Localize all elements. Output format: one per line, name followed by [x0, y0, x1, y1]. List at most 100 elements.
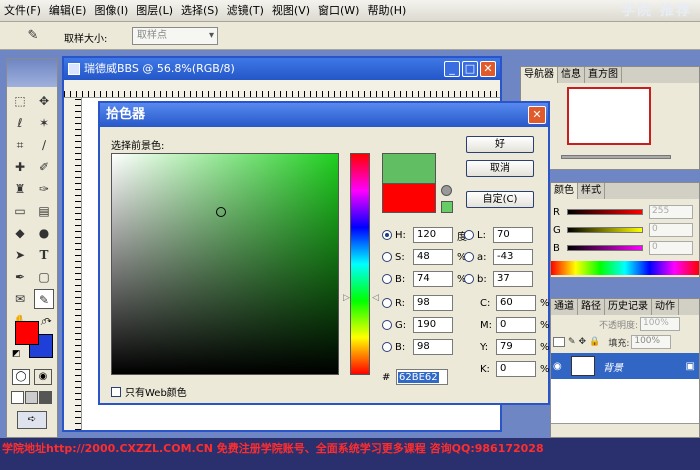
menu-file[interactable]: 文件(F): [0, 0, 45, 22]
hue-slider[interactable]: [350, 153, 370, 375]
rgb-b-radio[interactable]: [382, 342, 392, 352]
type-tool-icon[interactable]: T: [34, 245, 54, 265]
tab-actions[interactable]: 动作: [652, 299, 679, 315]
swap-colors-icon[interactable]: ↷: [44, 317, 52, 327]
tab-histogram[interactable]: 直方图: [585, 67, 622, 83]
color-channel-input[interactable]: 255: [649, 205, 693, 219]
fill-input[interactable]: 100%: [631, 335, 672, 349]
lab-l-radio[interactable]: [464, 230, 474, 240]
standard-mode-icon[interactable]: ◯: [12, 369, 30, 385]
old-color-swatch[interactable]: [382, 183, 436, 213]
tab-styles[interactable]: 样式: [578, 183, 605, 199]
tab-channels[interactable]: 通道: [551, 299, 578, 315]
hue-slider-right-arrow[interactable]: ◁: [372, 293, 379, 303]
hsb-h-field[interactable]: 120: [413, 227, 453, 243]
screen-mode-standard-icon[interactable]: [11, 391, 24, 404]
color-channel-input[interactable]: 0: [649, 223, 693, 237]
path-select-icon[interactable]: ➤: [10, 245, 30, 265]
gamut-warning-icon[interactable]: [441, 185, 452, 196]
lock-transparency-icon[interactable]: [553, 337, 565, 347]
lab-a-radio[interactable]: [464, 252, 474, 262]
shape-tool-icon[interactable]: ▢: [34, 267, 54, 287]
navigator-preview[interactable]: [567, 87, 651, 145]
web-only-checkbox[interactable]: [111, 386, 121, 397]
lab-a-field[interactable]: -43: [493, 249, 533, 265]
color-field-cursor[interactable]: [216, 207, 226, 217]
pen-tool-icon[interactable]: ✒: [10, 267, 30, 287]
cmyk-k-field[interactable]: 0: [496, 361, 536, 377]
visibility-eye-icon[interactable]: ◉: [553, 361, 567, 372]
color-channel-slider[interactable]: [567, 209, 643, 215]
screen-mode-full-icon[interactable]: [39, 391, 52, 404]
jump-to-imageready-icon[interactable]: ➪: [17, 411, 47, 429]
brush-tool-icon[interactable]: ✐: [34, 157, 54, 177]
hsb-h-radio[interactable]: [382, 230, 392, 240]
rgb-r-field[interactable]: 98: [413, 295, 453, 311]
stamp-tool-icon[interactable]: ♜: [10, 179, 30, 199]
lab-b-field[interactable]: 37: [493, 271, 533, 287]
rgb-g-radio[interactable]: [382, 320, 392, 330]
hsb-b-radio[interactable]: [382, 274, 392, 284]
lab-l-field[interactable]: 70: [493, 227, 533, 243]
cmyk-y-field[interactable]: 79: [496, 339, 536, 355]
cancel-button[interactable]: 取消: [466, 160, 534, 177]
websafe-color-swatch[interactable]: [441, 201, 453, 213]
maximize-button[interactable]: □: [462, 61, 478, 77]
hsb-s-field[interactable]: 48: [413, 249, 453, 265]
tab-paths[interactable]: 路径: [578, 299, 605, 315]
lasso-tool-icon[interactable]: ℓ: [10, 113, 30, 133]
custom-button[interactable]: 自定(C): [466, 191, 534, 208]
color-picker-title-bar[interactable]: 拾色器: [100, 103, 548, 127]
quickmask-mode-icon[interactable]: ◉: [34, 369, 52, 385]
healing-brush-icon[interactable]: ✚: [10, 157, 30, 177]
navigator-zoom-slider[interactable]: [561, 155, 671, 159]
lock-position-icon[interactable]: ✥: [579, 337, 587, 347]
gradient-tool-icon[interactable]: ▤: [34, 201, 54, 221]
eraser-tool-icon[interactable]: ▭: [10, 201, 30, 221]
menu-image[interactable]: 图像(I): [90, 0, 132, 22]
rgb-g-field[interactable]: 190: [413, 317, 453, 333]
hue-slider-left-arrow[interactable]: ▷: [343, 293, 350, 303]
menu-filter[interactable]: 滤镜(T): [223, 0, 268, 22]
menu-layer[interactable]: 图层(L): [132, 0, 177, 22]
cmyk-c-field[interactable]: 60: [496, 295, 536, 311]
color-channel-slider[interactable]: [567, 245, 643, 251]
lock-all-icon[interactable]: 🔒: [589, 337, 600, 347]
hsb-b-field[interactable]: 74: [413, 271, 453, 287]
tab-color[interactable]: 颜色: [551, 183, 578, 199]
cmyk-m-field[interactable]: 0: [496, 317, 536, 333]
ok-button[interactable]: 好: [466, 136, 534, 153]
eyedropper-icon[interactable]: ✎: [22, 27, 44, 45]
tab-navigator[interactable]: 导航器: [521, 67, 558, 83]
screen-mode-menu-icon[interactable]: [25, 391, 38, 404]
color-picker-close-button[interactable]: ✕: [528, 106, 546, 124]
menu-select[interactable]: 选择(S): [177, 0, 223, 22]
close-button[interactable]: ✕: [480, 61, 496, 77]
color-ramp[interactable]: [551, 261, 699, 275]
rgb-b-field[interactable]: 98: [413, 339, 453, 355]
default-colors-icon[interactable]: ◩: [12, 349, 21, 359]
notes-tool-icon[interactable]: ✉: [10, 289, 30, 309]
marquee-tool-icon[interactable]: ⬚: [10, 91, 30, 111]
tab-history[interactable]: 历史记录: [605, 299, 652, 315]
document-title-bar[interactable]: 瑞德威BBS @ 56.8%(RGB/8): [64, 58, 500, 80]
color-channel-slider[interactable]: [567, 227, 643, 233]
crop-tool-icon[interactable]: ⌗: [10, 135, 30, 155]
slice-tool-icon[interactable]: ∕: [34, 135, 54, 155]
color-field[interactable]: [111, 153, 339, 375]
hex-field[interactable]: 62BE62: [396, 369, 448, 385]
lock-pixels-icon[interactable]: ✎: [568, 337, 576, 347]
magic-wand-icon[interactable]: ✶: [34, 113, 54, 133]
eyedropper-tool-icon[interactable]: ✎: [34, 289, 54, 309]
opacity-input[interactable]: 100%: [640, 317, 681, 331]
move-tool-icon[interactable]: ✥: [34, 91, 54, 111]
sample-size-select[interactable]: 取样点 ▾: [132, 27, 218, 45]
menu-help[interactable]: 帮助(H): [363, 0, 410, 22]
color-channel-input[interactable]: 0: [649, 241, 693, 255]
minimize-button[interactable]: _: [444, 61, 460, 77]
history-brush-icon[interactable]: ✑: [34, 179, 54, 199]
blur-tool-icon[interactable]: ◆: [10, 223, 30, 243]
menu-edit[interactable]: 编辑(E): [45, 0, 91, 22]
foreground-color-swatch[interactable]: [15, 321, 39, 345]
menu-window[interactable]: 窗口(W): [314, 0, 363, 22]
